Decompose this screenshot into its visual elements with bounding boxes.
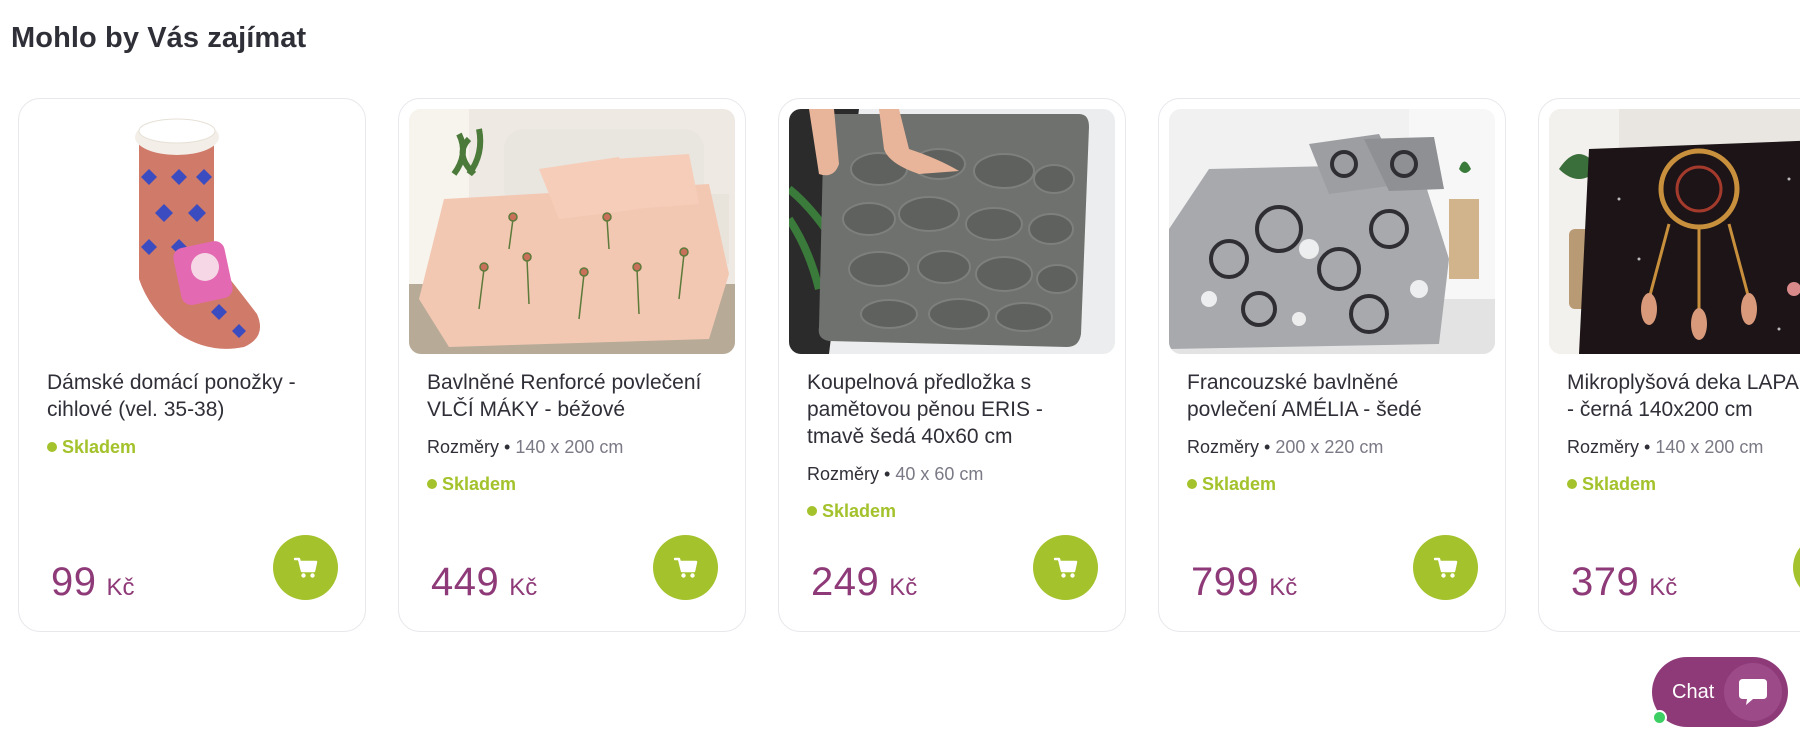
product-name[interactable]: Mikroplyšová deka LAPAČ SNŮ - černá 140x… <box>1567 369 1800 423</box>
product-image-bedding-grey[interactable] <box>1169 109 1495 354</box>
dimensions-label: Rozměry <box>807 464 880 484</box>
product-price: 449 Kč <box>431 560 537 605</box>
cart-icon <box>1433 557 1457 578</box>
add-to-cart-button[interactable] <box>1413 535 1478 600</box>
cart-icon <box>673 557 697 578</box>
price-currency: Kč <box>889 574 918 601</box>
product-image-bedding-beige[interactable] <box>409 109 735 354</box>
product-image-bath-mat[interactable] <box>789 109 1115 354</box>
stock-label: Skladem <box>1582 474 1657 494</box>
stock-status: Skladem <box>807 499 1105 523</box>
product-image-socks[interactable] <box>29 109 355 354</box>
price-amount: 99 <box>51 560 97 604</box>
add-to-cart-button[interactable] <box>273 535 338 600</box>
stock-label: Skladem <box>442 474 517 494</box>
add-to-cart-button[interactable] <box>1033 535 1098 600</box>
stock-status: Skladem <box>427 472 725 496</box>
product-name[interactable]: Dámské domácí ponožky - cihlové (vel. 35… <box>47 369 345 423</box>
product-card[interactable]: Bavlněné Renforcé povlečení VLČÍ MÁKY - … <box>398 98 746 632</box>
price-amount: 799 <box>1191 560 1260 604</box>
product-price: 379 Kč <box>1571 560 1677 605</box>
product-carousel[interactable]: Dámské domácí ponožky - cihlové (vel. 35… <box>18 98 1800 634</box>
product-dimensions: Rozměry • 140 x 200 cm <box>427 437 624 457</box>
product-dimensions: Rozměry • 40 x 60 cm <box>807 464 984 484</box>
online-status-indicator <box>1652 710 1667 725</box>
price-amount: 379 <box>1571 560 1640 604</box>
chat-bubble-icon <box>1724 663 1782 721</box>
product-track: Dámské domácí ponožky - cihlové (vel. 35… <box>18 98 1800 632</box>
price-currency: Kč <box>1649 574 1678 601</box>
dimensions-label: Rozměry <box>427 437 500 457</box>
product-name[interactable]: Koupelnová předložka s pamětovou pěnou E… <box>807 369 1105 450</box>
cart-icon <box>1053 557 1077 578</box>
product-dimensions: Rozměry • 200 x 220 cm <box>1187 437 1384 457</box>
stock-status: Skladem <box>1187 472 1485 496</box>
price-amount: 449 <box>431 560 500 604</box>
price-currency: Kč <box>1269 574 1298 601</box>
product-card[interactable]: Mikroplyšová deka LAPAČ SNŮ - černá 140x… <box>1538 98 1800 632</box>
stock-dot-icon <box>47 442 57 452</box>
dimensions-value: 140 x 200 cm <box>515 437 624 457</box>
price-amount: 249 <box>811 560 880 604</box>
add-to-cart-button[interactable] <box>1793 535 1800 600</box>
stock-status: Skladem <box>47 435 345 459</box>
stock-dot-icon <box>1187 479 1197 489</box>
dimensions-value: 40 x 60 cm <box>895 464 984 484</box>
dimensions-value: 200 x 220 cm <box>1275 437 1384 457</box>
cart-icon <box>293 557 317 578</box>
product-card[interactable]: Francouzské bavlněné povlečení AMÉLIA - … <box>1158 98 1506 632</box>
chat-button[interactable]: Chat <box>1652 657 1788 727</box>
product-card[interactable]: Dámské domácí ponožky - cihlové (vel. 35… <box>18 98 366 632</box>
stock-label: Skladem <box>62 437 137 457</box>
product-name[interactable]: Francouzské bavlněné povlečení AMÉLIA - … <box>1187 369 1485 423</box>
add-to-cart-button[interactable] <box>653 535 718 600</box>
chat-label: Chat <box>1672 680 1715 703</box>
stock-label: Skladem <box>822 501 897 521</box>
product-image-blanket[interactable] <box>1549 109 1800 354</box>
dimensions-label: Rozměry <box>1187 437 1260 457</box>
price-currency: Kč <box>509 574 538 601</box>
stock-dot-icon <box>427 479 437 489</box>
product-price: 249 Kč <box>811 560 917 605</box>
product-price: 799 Kč <box>1191 560 1297 605</box>
stock-dot-icon <box>1567 479 1577 489</box>
price-currency: Kč <box>106 574 135 601</box>
dimensions-value: 140 x 200 cm <box>1655 437 1764 457</box>
stock-dot-icon <box>807 506 817 516</box>
product-price: 99 Kč <box>51 560 135 605</box>
product-dimensions: Rozměry • 140 x 200 cm <box>1567 437 1764 457</box>
stock-label: Skladem <box>1202 474 1277 494</box>
product-card[interactable]: Koupelnová předložka s pamětovou pěnou E… <box>778 98 1126 632</box>
section-title: Mohlo by Vás zajímat <box>11 22 307 54</box>
stock-status: Skladem <box>1567 472 1800 496</box>
dimensions-label: Rozměry <box>1567 437 1640 457</box>
product-name[interactable]: Bavlněné Renforcé povlečení VLČÍ MÁKY - … <box>427 369 725 423</box>
